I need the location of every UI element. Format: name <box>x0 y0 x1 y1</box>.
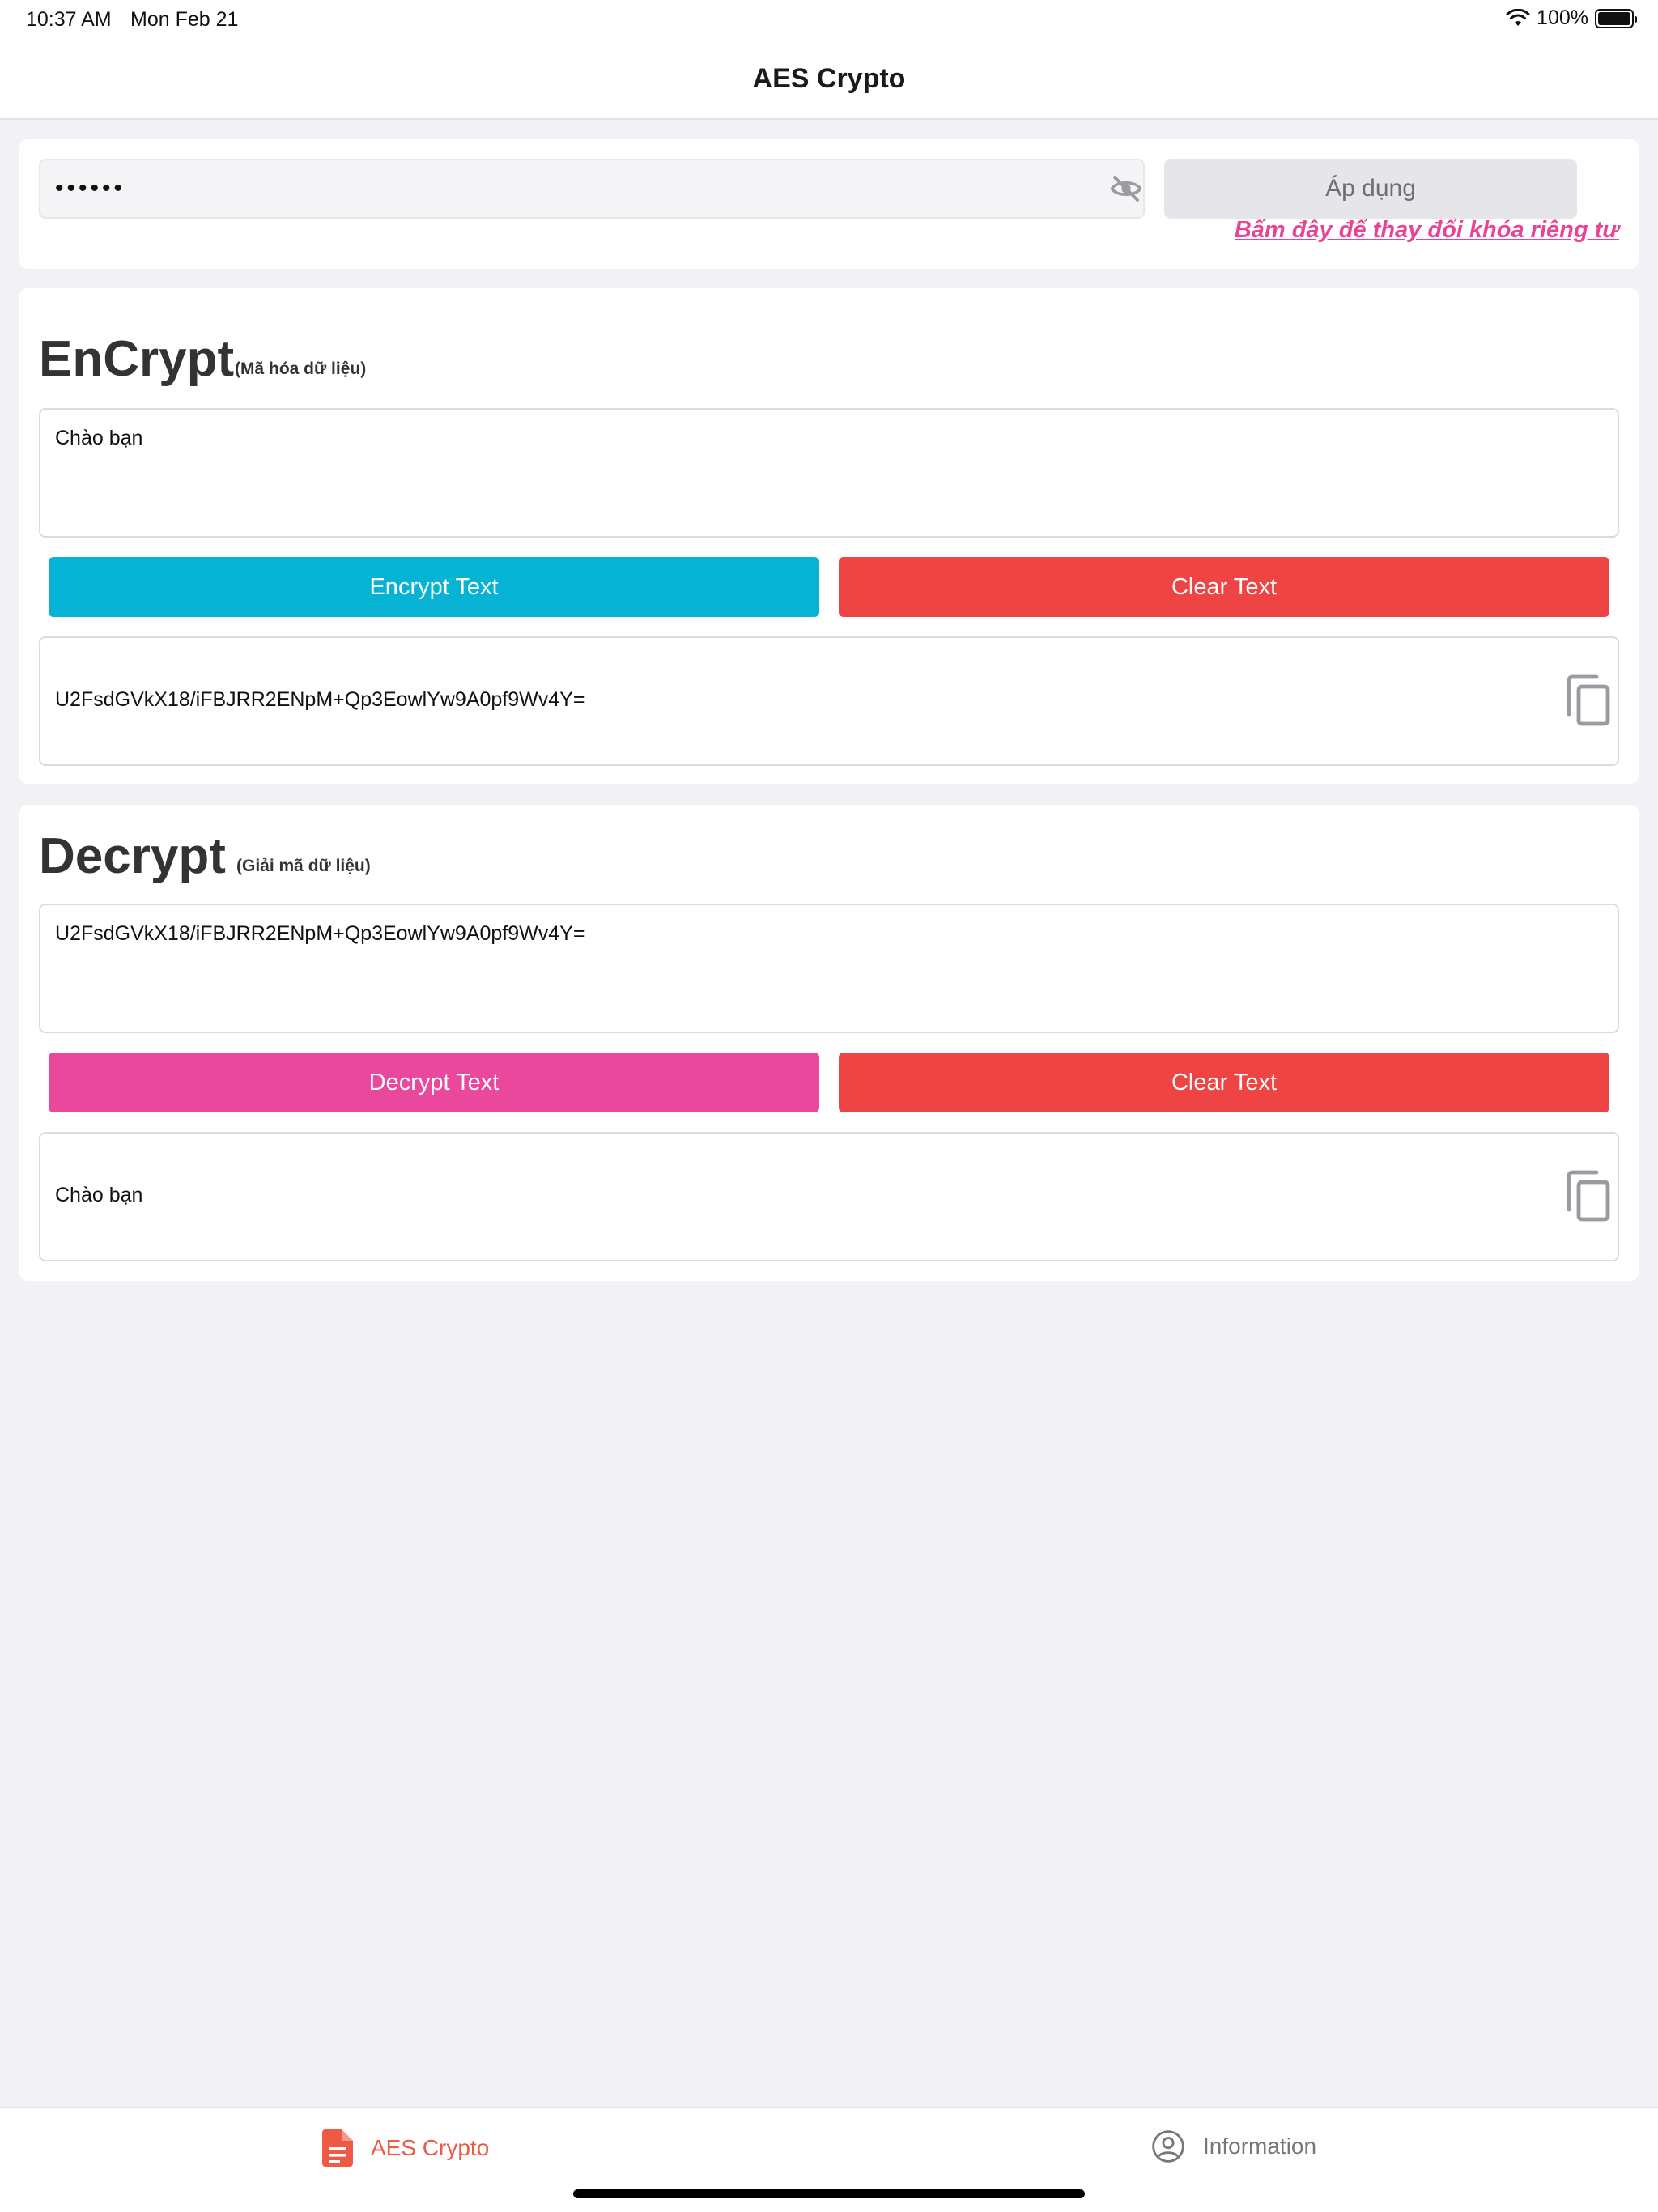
encrypt-button[interactable]: Encrypt Text <box>49 557 819 617</box>
page-title: AES Crypto <box>752 62 906 94</box>
tab-aes-crypto-label: AES Crypto <box>371 2135 490 2160</box>
copy-icon[interactable] <box>1564 1169 1613 1223</box>
encrypt-card: EnCrypt (Mã hóa dữ liệu) Chào bạn Encryp… <box>19 288 1639 784</box>
wifi-icon <box>1506 8 1530 26</box>
encrypt-subtitle: (Mã hóa dữ liệu) <box>235 359 367 378</box>
status-time: 10:37 AM <box>26 8 112 31</box>
decrypt-input[interactable]: U2FsdGVkX18/iFBJRR2ENpM+Qp3EowlYw9A0pf9W… <box>39 904 1619 1033</box>
navigation-bar: AES Crypto <box>0 39 1658 120</box>
encrypt-output-text: U2FsdGVkX18/iFBJRR2ENpM+Qp3EowlYw9A0pf9W… <box>55 688 585 711</box>
document-icon <box>322 2129 353 2167</box>
encrypt-output: U2FsdGVkX18/iFBJRR2ENpM+Qp3EowlYw9A0pf9W… <box>39 636 1619 766</box>
decrypt-card: Decrypt (Giải mã dữ liệu) U2FsdGVkX18/iF… <box>19 805 1639 1281</box>
decrypt-button[interactable]: Decrypt Text <box>49 1053 819 1112</box>
encrypt-clear-button[interactable]: Clear Text <box>839 557 1609 617</box>
decrypt-output: Chào bạn <box>39 1132 1619 1261</box>
battery-percent: 100% <box>1537 6 1588 29</box>
apply-key-button[interactable]: Áp dụng <box>1164 159 1577 219</box>
key-card: •••••• Áp dụng Bấm đây để thay đổi khóa … <box>19 139 1639 269</box>
tab-information-label: Information <box>1203 2133 1317 2159</box>
encrypt-title: EnCrypt <box>39 331 235 387</box>
tab-information[interactable]: Information <box>1151 2129 1316 2163</box>
home-indicator <box>573 2189 1085 2198</box>
status-bar: 10:37 AM Mon Feb 21 100% <box>0 0 1658 39</box>
decrypt-subtitle: (Giải mã dữ liệu) <box>236 857 371 875</box>
eye-off-icon[interactable] <box>1109 172 1143 206</box>
change-key-link[interactable]: Bấm đây để thay đổi khóa riêng tư <box>1235 217 1619 244</box>
copy-icon[interactable] <box>1564 674 1613 727</box>
battery-full-icon <box>1595 8 1637 28</box>
status-date: Mon Feb 21 <box>130 8 239 31</box>
decrypt-title: Decrypt <box>39 828 226 884</box>
decrypt-clear-button[interactable]: Clear Text <box>839 1053 1609 1112</box>
private-key-input[interactable]: •••••• <box>39 159 1145 219</box>
tab-aes-crypto[interactable]: AES Crypto <box>322 2129 489 2167</box>
encrypt-input[interactable]: Chào bạn <box>39 408 1619 538</box>
decrypt-output-text: Chào bạn <box>55 1184 143 1206</box>
user-circle-icon <box>1152 2130 1184 2163</box>
status-indicators: 100% <box>1506 6 1637 30</box>
